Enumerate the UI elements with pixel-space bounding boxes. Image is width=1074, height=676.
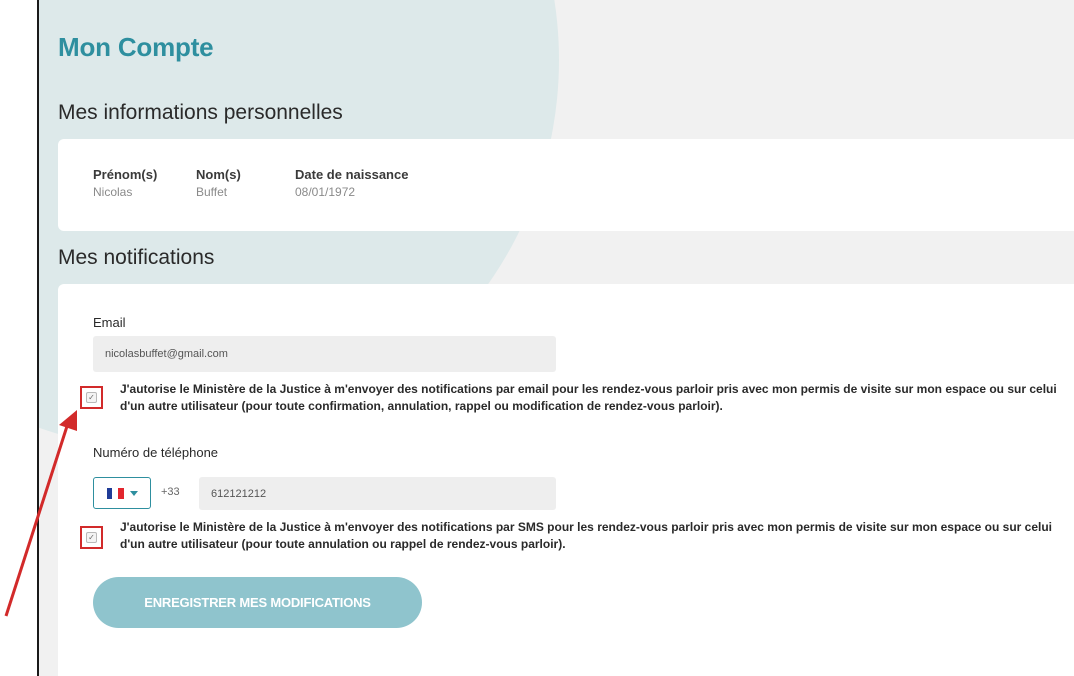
first-name-value: Nicolas — [93, 185, 133, 199]
sms-consent-checkbox[interactable]: ✓ — [86, 532, 97, 543]
email-consent-text: J'autorise le Ministère de la Justice à … — [120, 382, 1057, 413]
phone-label: Numéro de téléphone — [93, 445, 219, 460]
account-page: Mon Compte Mes informations personnelles… — [37, 0, 1074, 676]
email-consent-checkbox[interactable]: ✓ — [86, 392, 97, 403]
birth-date-value: 08/01/1972 — [295, 185, 356, 199]
email-input[interactable] — [93, 336, 556, 372]
birth-date-label: Date de naissance — [295, 167, 409, 182]
first-name-label: Prénom(s) — [93, 167, 158, 182]
last-name-value: Buffet — [196, 185, 228, 199]
page-title: Mon Compte — [58, 32, 214, 62]
personal-info-card: Prénom(s) Nicolas Nom(s) Buffet Date de … — [58, 139, 1074, 231]
phone-input[interactable] — [199, 477, 556, 510]
notifications-heading: Mes notifications — [58, 246, 215, 269]
personal-info-heading: Mes informations personnelles — [58, 101, 343, 124]
last-name-label: Nom(s) — [196, 167, 241, 182]
sms-consent-text: J'autorise le Ministère de la Justice à … — [120, 520, 1053, 551]
dial-code: +33 — [161, 486, 180, 498]
birth-date-field: Date de naissance 08/01/1972 — [295, 167, 408, 199]
notifications-card: Email ✓ J'autorise le Ministère de la Ju… — [58, 284, 1074, 676]
chevron-down-icon — [129, 490, 138, 496]
email-consent-highlight: ✓ — [80, 386, 103, 409]
first-name-field: Prénom(s) Nicolas — [93, 167, 157, 199]
country-code-select[interactable] — [93, 477, 151, 509]
sms-consent-highlight: ✓ — [80, 526, 103, 549]
france-flag-icon — [106, 487, 124, 499]
save-changes-button[interactable]: ENREGISTRER MES MODIFICATIONS — [93, 577, 422, 628]
last-name-field: Nom(s) Buffet — [196, 167, 241, 199]
email-label: Email — [93, 315, 126, 330]
